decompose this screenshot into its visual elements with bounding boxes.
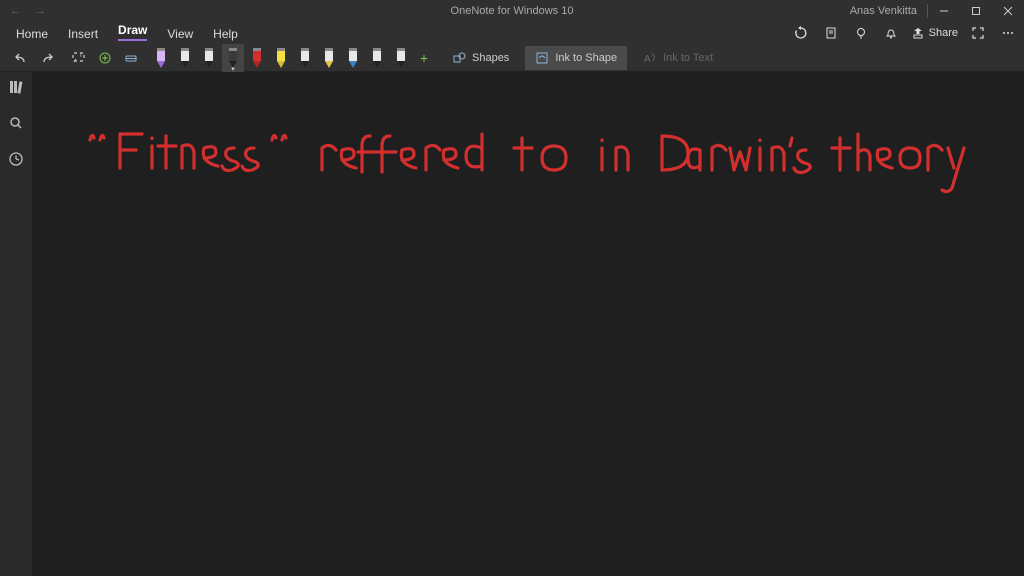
- pen-7[interactable]: [366, 44, 388, 72]
- user-name[interactable]: Anas Venkitta: [840, 4, 928, 18]
- share-icon: [911, 26, 925, 40]
- undo-button[interactable]: [8, 45, 34, 71]
- pen-black[interactable]: [174, 44, 196, 72]
- shapes-label: Shapes: [472, 52, 509, 64]
- header-actions: Share: [791, 22, 1018, 44]
- pen-purple[interactable]: [150, 44, 172, 72]
- ink-to-shape-icon: [535, 51, 549, 65]
- eraser-button[interactable]: [118, 45, 144, 71]
- ribbon-toolbar: I + Shapes Ink to Shape A Ink to Text: [0, 44, 1024, 72]
- sync-icon[interactable]: [791, 23, 811, 43]
- bell-icon[interactable]: [881, 23, 901, 43]
- pen-4[interactable]: [294, 44, 316, 72]
- close-button[interactable]: [992, 0, 1024, 22]
- shapes-button[interactable]: Shapes: [442, 46, 519, 70]
- svg-text:A: A: [644, 54, 651, 65]
- handwritten-ink: [82, 122, 982, 242]
- recent-icon[interactable]: [7, 150, 25, 168]
- notebooks-icon[interactable]: [7, 78, 25, 96]
- window-title: OneNote for Windows 10: [451, 5, 574, 17]
- drawing-canvas[interactable]: [32, 72, 1024, 576]
- pen-gallery: [150, 44, 412, 72]
- close-icon: [1003, 6, 1013, 16]
- ink-to-shape-button[interactable]: Ink to Shape: [525, 46, 627, 70]
- maximize-button[interactable]: [960, 0, 992, 22]
- back-button[interactable]: ←: [10, 5, 21, 17]
- highlighter-yellow[interactable]: [270, 44, 292, 72]
- share-button[interactable]: Share: [911, 26, 958, 40]
- ink-to-shape-label: Ink to Shape: [555, 52, 617, 64]
- tab-draw[interactable]: Draw: [108, 20, 157, 44]
- tab-insert[interactable]: Insert: [58, 24, 108, 44]
- ink-to-text-icon: A: [643, 51, 657, 65]
- ink-to-text-label: Ink to Text: [663, 52, 713, 64]
- pen-yellow-tip[interactable]: [318, 44, 340, 72]
- pen-red[interactable]: [246, 44, 268, 72]
- search-rail-icon[interactable]: [7, 114, 25, 132]
- share-label: Share: [929, 27, 958, 39]
- fullscreen-icon[interactable]: [968, 23, 988, 43]
- lasso-select-button[interactable]: I: [66, 45, 92, 71]
- svg-text:I: I: [80, 53, 82, 59]
- pen-dark[interactable]: [222, 44, 244, 72]
- minimize-icon: [939, 6, 949, 16]
- ink-to-text-button: A Ink to Text: [633, 46, 723, 70]
- redo-button[interactable]: [34, 45, 60, 71]
- lightbulb-icon[interactable]: [851, 23, 871, 43]
- tab-help[interactable]: Help: [203, 24, 248, 44]
- minimize-button[interactable]: [928, 0, 960, 22]
- title-bar: ← → OneNote for Windows 10 Anas Venkitta: [0, 0, 1024, 22]
- maximize-icon: [971, 6, 981, 16]
- page-icon[interactable]: [821, 23, 841, 43]
- pen-black-thin[interactable]: [198, 44, 220, 72]
- forward-button[interactable]: →: [35, 5, 46, 17]
- pen-blue-tip[interactable]: [342, 44, 364, 72]
- add-pen-button[interactable]: +: [412, 44, 436, 72]
- tab-home[interactable]: Home: [6, 24, 58, 44]
- left-rail: [0, 72, 32, 576]
- shapes-icon: [452, 51, 466, 65]
- insert-space-button[interactable]: [92, 45, 118, 71]
- pen-8[interactable]: [390, 44, 412, 72]
- more-icon[interactable]: [998, 23, 1018, 43]
- tab-view[interactable]: View: [157, 24, 203, 44]
